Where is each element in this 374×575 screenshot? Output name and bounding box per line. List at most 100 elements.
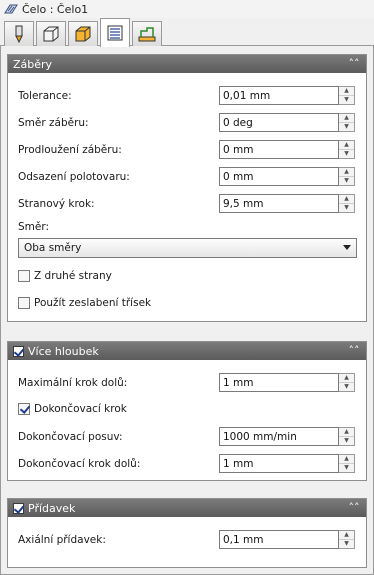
passes-icon bbox=[107, 25, 123, 41]
spin-down-icon[interactable]: ▼ bbox=[339, 149, 354, 158]
dokoncovaci-posuv-input[interactable] bbox=[219, 427, 339, 446]
spin-down-icon[interactable]: ▼ bbox=[339, 539, 354, 548]
spin-down-icon[interactable]: ▼ bbox=[339, 436, 354, 445]
panel-pridavek: Přídavek ˄˄ Axiální přídavek: ▲▼ bbox=[7, 498, 367, 568]
panel-title: Přídavek bbox=[28, 501, 76, 515]
odsazeni-field: ▲▼ bbox=[219, 167, 355, 186]
spin-arrows[interactable]: ▲ ▼ bbox=[339, 373, 355, 392]
stranovy-krok-input[interactable] bbox=[219, 194, 339, 213]
dokoncovaci-krok-checkbox[interactable] bbox=[18, 403, 30, 415]
dokoncovaci-posuv-field: ▲▼ bbox=[219, 427, 355, 446]
dokoncovaci-krok-dolu-label: Dokončovací krok dolů: bbox=[18, 458, 141, 470]
row-max-krok: Maximální krok dolů: bbox=[18, 374, 127, 392]
row-dokoncovaci-posuv: Dokončovací posuv: bbox=[18, 428, 123, 446]
dokoncovaci-posuv-label: Dokončovací posuv: bbox=[18, 431, 123, 443]
tab-holder[interactable] bbox=[36, 21, 66, 46]
spin-up-icon[interactable]: ▲ bbox=[339, 168, 354, 176]
spin-down-icon[interactable]: ▼ bbox=[339, 203, 354, 212]
spin-down-icon[interactable]: ▼ bbox=[339, 463, 354, 472]
vice-hloubek-checkbox[interactable] bbox=[13, 345, 24, 357]
collapse-icon[interactable]: ˄˄ bbox=[346, 343, 362, 359]
prodlouzeni-label: Prodloužení záběru: bbox=[18, 144, 122, 156]
row-odsazeni: Odsazení polotovaru: bbox=[18, 168, 130, 186]
axialni-label: Axiální přídavek: bbox=[18, 534, 106, 546]
dokoncovaci-krok-row[interactable]: Dokončovací krok bbox=[18, 401, 127, 417]
tab-linking[interactable] bbox=[132, 21, 162, 46]
operation-icon bbox=[4, 4, 18, 14]
pridavek-checkbox[interactable] bbox=[13, 502, 24, 514]
z-druhe-strany-label: Z druhé strany bbox=[34, 270, 112, 282]
smer-selected-value: Oba směry bbox=[24, 242, 82, 254]
spin-arrows[interactable]: ▲ ▼ bbox=[339, 454, 355, 473]
tab-passes[interactable] bbox=[100, 18, 130, 47]
max-krok-input[interactable] bbox=[219, 373, 339, 392]
tool-icon bbox=[15, 25, 23, 44]
spin-up-icon[interactable]: ▲ bbox=[339, 374, 354, 382]
panel-vice-hloubek: Více hloubek ˄˄ Maximální krok dolů: ▲▼ … bbox=[7, 341, 367, 481]
smer-zaberu-label: Směr záběru: bbox=[18, 117, 89, 129]
spin-arrows[interactable]: ▲ ▼ bbox=[339, 530, 355, 549]
panel-zabery-header[interactable]: Záběry ˄˄ bbox=[8, 55, 366, 73]
row-axialni: Axiální přídavek: bbox=[18, 531, 106, 549]
dropdown-arrow-icon bbox=[343, 245, 351, 250]
spin-up-icon[interactable]: ▲ bbox=[339, 141, 354, 149]
tab-tool[interactable] bbox=[4, 21, 34, 46]
dokoncovaci-krok-dolu-input[interactable] bbox=[219, 454, 339, 473]
smer-zaberu-input[interactable] bbox=[219, 113, 339, 132]
stranovy-krok-field: ▲▼ bbox=[219, 194, 355, 213]
odsazeni-input[interactable] bbox=[219, 167, 339, 186]
tab-stock[interactable] bbox=[68, 21, 98, 46]
dokoncovaci-krok-label: Dokončovací krok bbox=[34, 403, 127, 415]
spin-arrows[interactable]: ▲ ▼ bbox=[339, 140, 355, 159]
panel-title: Více hloubek bbox=[28, 344, 99, 358]
dokoncovaci-krok-dolu-field: ▲▼ bbox=[219, 454, 355, 473]
spin-down-icon[interactable]: ▼ bbox=[339, 382, 354, 391]
tab-strip bbox=[0, 18, 374, 47]
spin-arrows[interactable]: ▲ ▼ bbox=[339, 86, 355, 105]
spin-arrows[interactable]: ▲ ▼ bbox=[339, 427, 355, 446]
row-dokoncovaci-krok-dolu: Dokončovací krok dolů: bbox=[18, 455, 140, 473]
spin-up-icon[interactable]: ▲ bbox=[339, 87, 354, 95]
spin-arrows[interactable]: ▲ ▼ bbox=[339, 113, 355, 132]
content-area: Záběry ˄˄ Tolerance: ▲▼ Směr záběru: ▲▼ … bbox=[0, 46, 374, 575]
spin-up-icon[interactable]: ▲ bbox=[339, 195, 354, 203]
spin-down-icon[interactable]: ▼ bbox=[339, 176, 354, 185]
spin-up-icon[interactable]: ▲ bbox=[339, 114, 354, 122]
smer-label: Směr: bbox=[18, 221, 50, 233]
row-tolerance: Tolerance: bbox=[18, 87, 72, 105]
zeslabeni-row[interactable]: Použít zeslabení třísek bbox=[18, 295, 151, 311]
panel-vice-hloubek-header[interactable]: Více hloubek ˄˄ bbox=[8, 342, 366, 360]
linking-icon bbox=[138, 27, 156, 42]
window-titlebar: Čelo : Čelo1 bbox=[0, 0, 374, 18]
max-krok-field: ▲▼ bbox=[219, 373, 355, 392]
max-krok-label: Maximální krok dolů: bbox=[18, 377, 128, 389]
axialni-input[interactable] bbox=[219, 530, 339, 549]
zeslabeni-label: Použít zeslabení třísek bbox=[34, 297, 152, 309]
z-druhe-strany-row[interactable]: Z druhé strany bbox=[18, 268, 112, 284]
prodlouzeni-field: ▲▼ bbox=[219, 140, 355, 159]
prodlouzeni-input[interactable] bbox=[219, 140, 339, 159]
spin-arrows[interactable]: ▲ ▼ bbox=[339, 167, 355, 186]
spin-up-icon[interactable]: ▲ bbox=[339, 531, 354, 539]
panel-zabery: Záběry ˄˄ Tolerance: ▲▼ Směr záběru: ▲▼ … bbox=[7, 54, 367, 322]
panel-pridavek-header[interactable]: Přídavek ˄˄ bbox=[8, 499, 366, 517]
tolerance-input[interactable] bbox=[219, 86, 339, 105]
smer-select[interactable]: Oba směry bbox=[18, 238, 357, 258]
collapse-icon[interactable]: ˄˄ bbox=[346, 56, 362, 72]
axialni-field: ▲▼ bbox=[219, 530, 355, 549]
tolerance-field: ▲▼ bbox=[219, 86, 355, 105]
spin-down-icon[interactable]: ▼ bbox=[339, 122, 354, 131]
row-smer-zaberu: Směr záběru: bbox=[18, 114, 89, 132]
stock-icon bbox=[75, 26, 91, 42]
spin-down-icon[interactable]: ▼ bbox=[339, 95, 354, 104]
z-druhe-strany-checkbox[interactable] bbox=[18, 270, 30, 282]
spin-up-icon[interactable]: ▲ bbox=[339, 455, 354, 463]
collapse-icon[interactable]: ˄˄ bbox=[346, 500, 362, 516]
row-smer: Směr: bbox=[18, 218, 49, 236]
spin-arrows[interactable]: ▲ ▼ bbox=[339, 194, 355, 213]
stranovy-krok-label: Stranový krok: bbox=[18, 198, 95, 210]
spin-up-icon[interactable]: ▲ bbox=[339, 428, 354, 436]
smer-zaberu-field: ▲▼ bbox=[219, 113, 355, 132]
zeslabeni-checkbox[interactable] bbox=[18, 297, 30, 309]
window-title: Čelo : Čelo1 bbox=[22, 2, 89, 16]
